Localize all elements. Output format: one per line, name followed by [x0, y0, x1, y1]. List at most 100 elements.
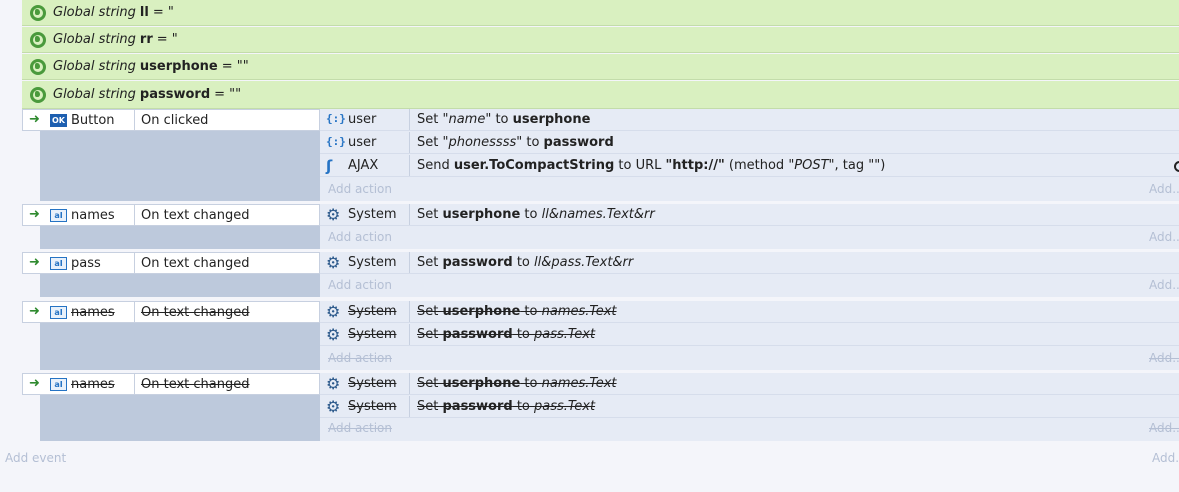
divider — [134, 110, 135, 130]
arrow-right-icon: ➜ — [29, 112, 40, 127]
action-row[interactable]: ⚙ System Set password to pass.Text — [320, 396, 1179, 418]
globe-icon — [30, 58, 46, 75]
action-object: user — [348, 135, 377, 150]
divider — [409, 324, 410, 345]
action-row[interactable]: ⚙ System Set password to pass.Text — [320, 324, 1179, 346]
condition-trigger: On text changed — [141, 256, 250, 271]
divider — [409, 132, 410, 153]
arrow-right-icon: ➜ — [29, 376, 40, 391]
add-link-right[interactable]: Add... — [1149, 182, 1179, 196]
action-text: Set userphone to names.Text — [417, 304, 617, 319]
action-row[interactable]: ʃ AJAX Send user.ToCompactString to URL … — [320, 155, 1179, 177]
event-condition[interactable]: ➜ aI names On text changed — [22, 373, 320, 395]
global-keyword: Global string — [53, 32, 136, 47]
divider — [409, 155, 410, 176]
action-row[interactable]: {:} user Set "name" to userphone — [320, 109, 1179, 131]
global-keyword: Global string — [53, 59, 136, 74]
button-object-icon: OK — [50, 114, 67, 127]
condition-trigger: On text changed — [141, 208, 250, 223]
arrow-right-icon: ➜ — [29, 255, 40, 270]
arrow-right-icon: ➜ — [29, 304, 40, 319]
global-value: = " — [156, 32, 178, 47]
condition-object: names — [71, 305, 115, 320]
event-actions-area: ⚙ System Set userphone to names.Text ⚙ S… — [320, 373, 1179, 441]
condition-object: pass — [71, 256, 101, 271]
action-text: Set password to pass.Text — [417, 327, 596, 342]
divider — [134, 302, 135, 322]
condition-trigger: On text changed — [141, 377, 250, 392]
add-link-right[interactable]: Add... — [1149, 230, 1179, 244]
divider — [409, 204, 410, 225]
ajax-icon: ʃ — [326, 157, 333, 175]
global-name: rr — [139, 32, 153, 47]
action-text: Send user.ToCompactString to URL "http:/… — [417, 158, 886, 173]
arrow-right-icon: ➜ — [29, 207, 40, 222]
global-name: ll — [139, 5, 149, 20]
dictionary-icon: {:} — [326, 112, 346, 125]
event-block-disabled[interactable]: ➜ aI names On text changed ⚙ System Set … — [22, 301, 1179, 370]
event-block-disabled[interactable]: ➜ aI names On text changed ⚙ System Set … — [22, 373, 1179, 441]
add-action-link[interactable]: Add action — [328, 182, 392, 196]
add-action-link[interactable]: Add action — [328, 278, 392, 292]
action-text: Set password to pass.Text — [417, 399, 596, 414]
action-text: Set userphone to ll&names.Text&rr — [417, 207, 655, 222]
action-row[interactable]: ⚙ System Set userphone to names.Text — [320, 373, 1179, 395]
event-condition[interactable]: ➜ aI pass On text changed — [22, 252, 320, 274]
action-text: Set "name" to userphone — [417, 112, 591, 127]
action-text: Set userphone to names.Text — [417, 376, 617, 391]
text-input-icon: aI — [50, 209, 67, 222]
action-object: System — [348, 304, 397, 319]
add-link-right[interactable]: Add... — [1149, 351, 1179, 365]
event-condition[interactable]: ➜ OK Button On clicked — [22, 109, 320, 131]
gear-icon: ⚙ — [326, 205, 341, 224]
action-text: Set password to ll&pass.Text&rr — [417, 255, 634, 270]
add-action-link[interactable]: Add action — [328, 421, 392, 435]
global-keyword: Global string — [53, 5, 136, 20]
global-var-row[interactable]: Global string ll = " — [22, 0, 1179, 26]
event-block[interactable]: ➜ aI pass On text changed ⚙ System Set p… — [22, 252, 1179, 297]
global-var-row[interactable]: Global string rr = " — [22, 27, 1179, 53]
global-name: password — [139, 87, 211, 102]
global-value: = "" — [214, 87, 242, 102]
text-input-icon: aI — [50, 257, 67, 270]
global-value: = "" — [221, 59, 249, 74]
add-action-link[interactable]: Add action — [328, 351, 392, 365]
action-row[interactable]: {:} user Set "phonessss" to password — [320, 132, 1179, 154]
event-actions-area: ⚙ System Set password to ll&pass.Text&rr… — [320, 252, 1179, 297]
gear-icon: ⚙ — [326, 253, 341, 272]
action-row[interactable]: ⚙ System Set userphone to names.Text — [320, 301, 1179, 323]
global-keyword: Global string — [53, 87, 136, 102]
action-row[interactable]: ⚙ System Set userphone to ll&names.Text&… — [320, 204, 1179, 226]
action-object: System — [348, 376, 397, 391]
loading-spinner-icon — [1174, 161, 1179, 172]
global-var-row[interactable]: Global string password = "" — [22, 81, 1179, 109]
condition-trigger: On clicked — [141, 113, 209, 128]
divider — [409, 373, 410, 394]
event-condition[interactable]: ➜ aI names On text changed — [22, 301, 320, 323]
action-object: AJAX — [348, 158, 379, 173]
global-var-row[interactable]: Global string userphone = "" — [22, 54, 1179, 80]
event-block[interactable]: ➜ aI names On text changed ⚙ System Set … — [22, 204, 1179, 249]
action-row[interactable]: ⚙ System Set password to ll&pass.Text&rr — [320, 252, 1179, 274]
condition-object: names — [71, 377, 115, 392]
condition-object: Button — [71, 113, 115, 128]
add-event-link[interactable]: Add event — [5, 451, 66, 465]
text-input-icon: aI — [50, 306, 67, 319]
add-link-right[interactable]: Add... — [1152, 451, 1179, 465]
event-condition[interactable]: ➜ aI names On text changed — [22, 204, 320, 226]
condition-trigger: On text changed — [141, 305, 250, 320]
add-link-right[interactable]: Add... — [1149, 278, 1179, 292]
dictionary-icon: {:} — [326, 135, 346, 148]
add-link-right[interactable]: Add... — [1149, 421, 1179, 435]
event-actions-area: ⚙ System Set userphone to ll&names.Text&… — [320, 204, 1179, 249]
condition-object: names — [71, 208, 115, 223]
event-block[interactable]: ➜ OK Button On clicked {:} user Set "nam… — [22, 109, 1179, 201]
divider — [134, 374, 135, 394]
divider — [409, 396, 410, 417]
divider — [134, 205, 135, 225]
globe-icon — [30, 31, 46, 48]
action-text: Set "phonessss" to password — [417, 135, 614, 150]
gear-icon: ⚙ — [326, 302, 341, 321]
globe-icon — [30, 86, 46, 103]
add-action-link[interactable]: Add action — [328, 230, 392, 244]
